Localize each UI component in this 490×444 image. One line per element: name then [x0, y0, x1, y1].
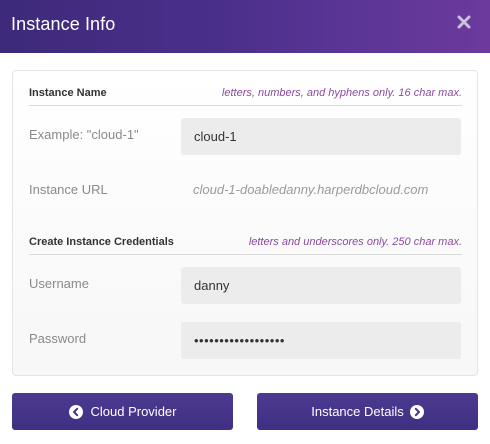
- chevron-right-circle-icon: [409, 404, 424, 419]
- chevron-left-circle-icon: [68, 404, 83, 419]
- username-label: Username: [29, 276, 89, 291]
- modal-header: Instance Info: [0, 0, 490, 53]
- instance-name-hint: letters, numbers, and hyphens only. 16 c…: [221, 87, 462, 99]
- cloud-provider-button-label: Cloud Provider: [90, 404, 177, 419]
- instance-details-button[interactable]: Instance Details: [257, 393, 478, 430]
- cloud-provider-button[interactable]: Cloud Provider: [12, 393, 233, 430]
- instance-name-section-header: Instance Name letters, numbers, and hyph…: [29, 83, 462, 106]
- credentials-hint: letters and underscores only. 250 char m…: [248, 236, 462, 248]
- instance-info-card: Instance Name letters, numbers, and hyph…: [12, 70, 478, 376]
- instance-name-section-title: Instance Name: [29, 87, 107, 99]
- instance-details-button-label: Instance Details: [311, 404, 404, 419]
- modal-title: Instance Info: [11, 14, 116, 34]
- password-label: Password: [29, 331, 87, 346]
- instance-url-label: Instance URL: [29, 182, 108, 197]
- instance-name-label: Example: "cloud-1": [29, 127, 139, 142]
- instance-name-input[interactable]: [181, 118, 461, 155]
- close-icon[interactable]: [456, 14, 472, 30]
- username-input[interactable]: [181, 267, 461, 304]
- credentials-section-header: Create Instance Credentials letters and …: [29, 232, 462, 255]
- password-input[interactable]: ••••••••••••••••••: [181, 322, 461, 359]
- credentials-section-title: Create Instance Credentials: [29, 236, 174, 248]
- instance-url-value: cloud-1-doabledanny.harperdbcloud.com: [193, 182, 429, 197]
